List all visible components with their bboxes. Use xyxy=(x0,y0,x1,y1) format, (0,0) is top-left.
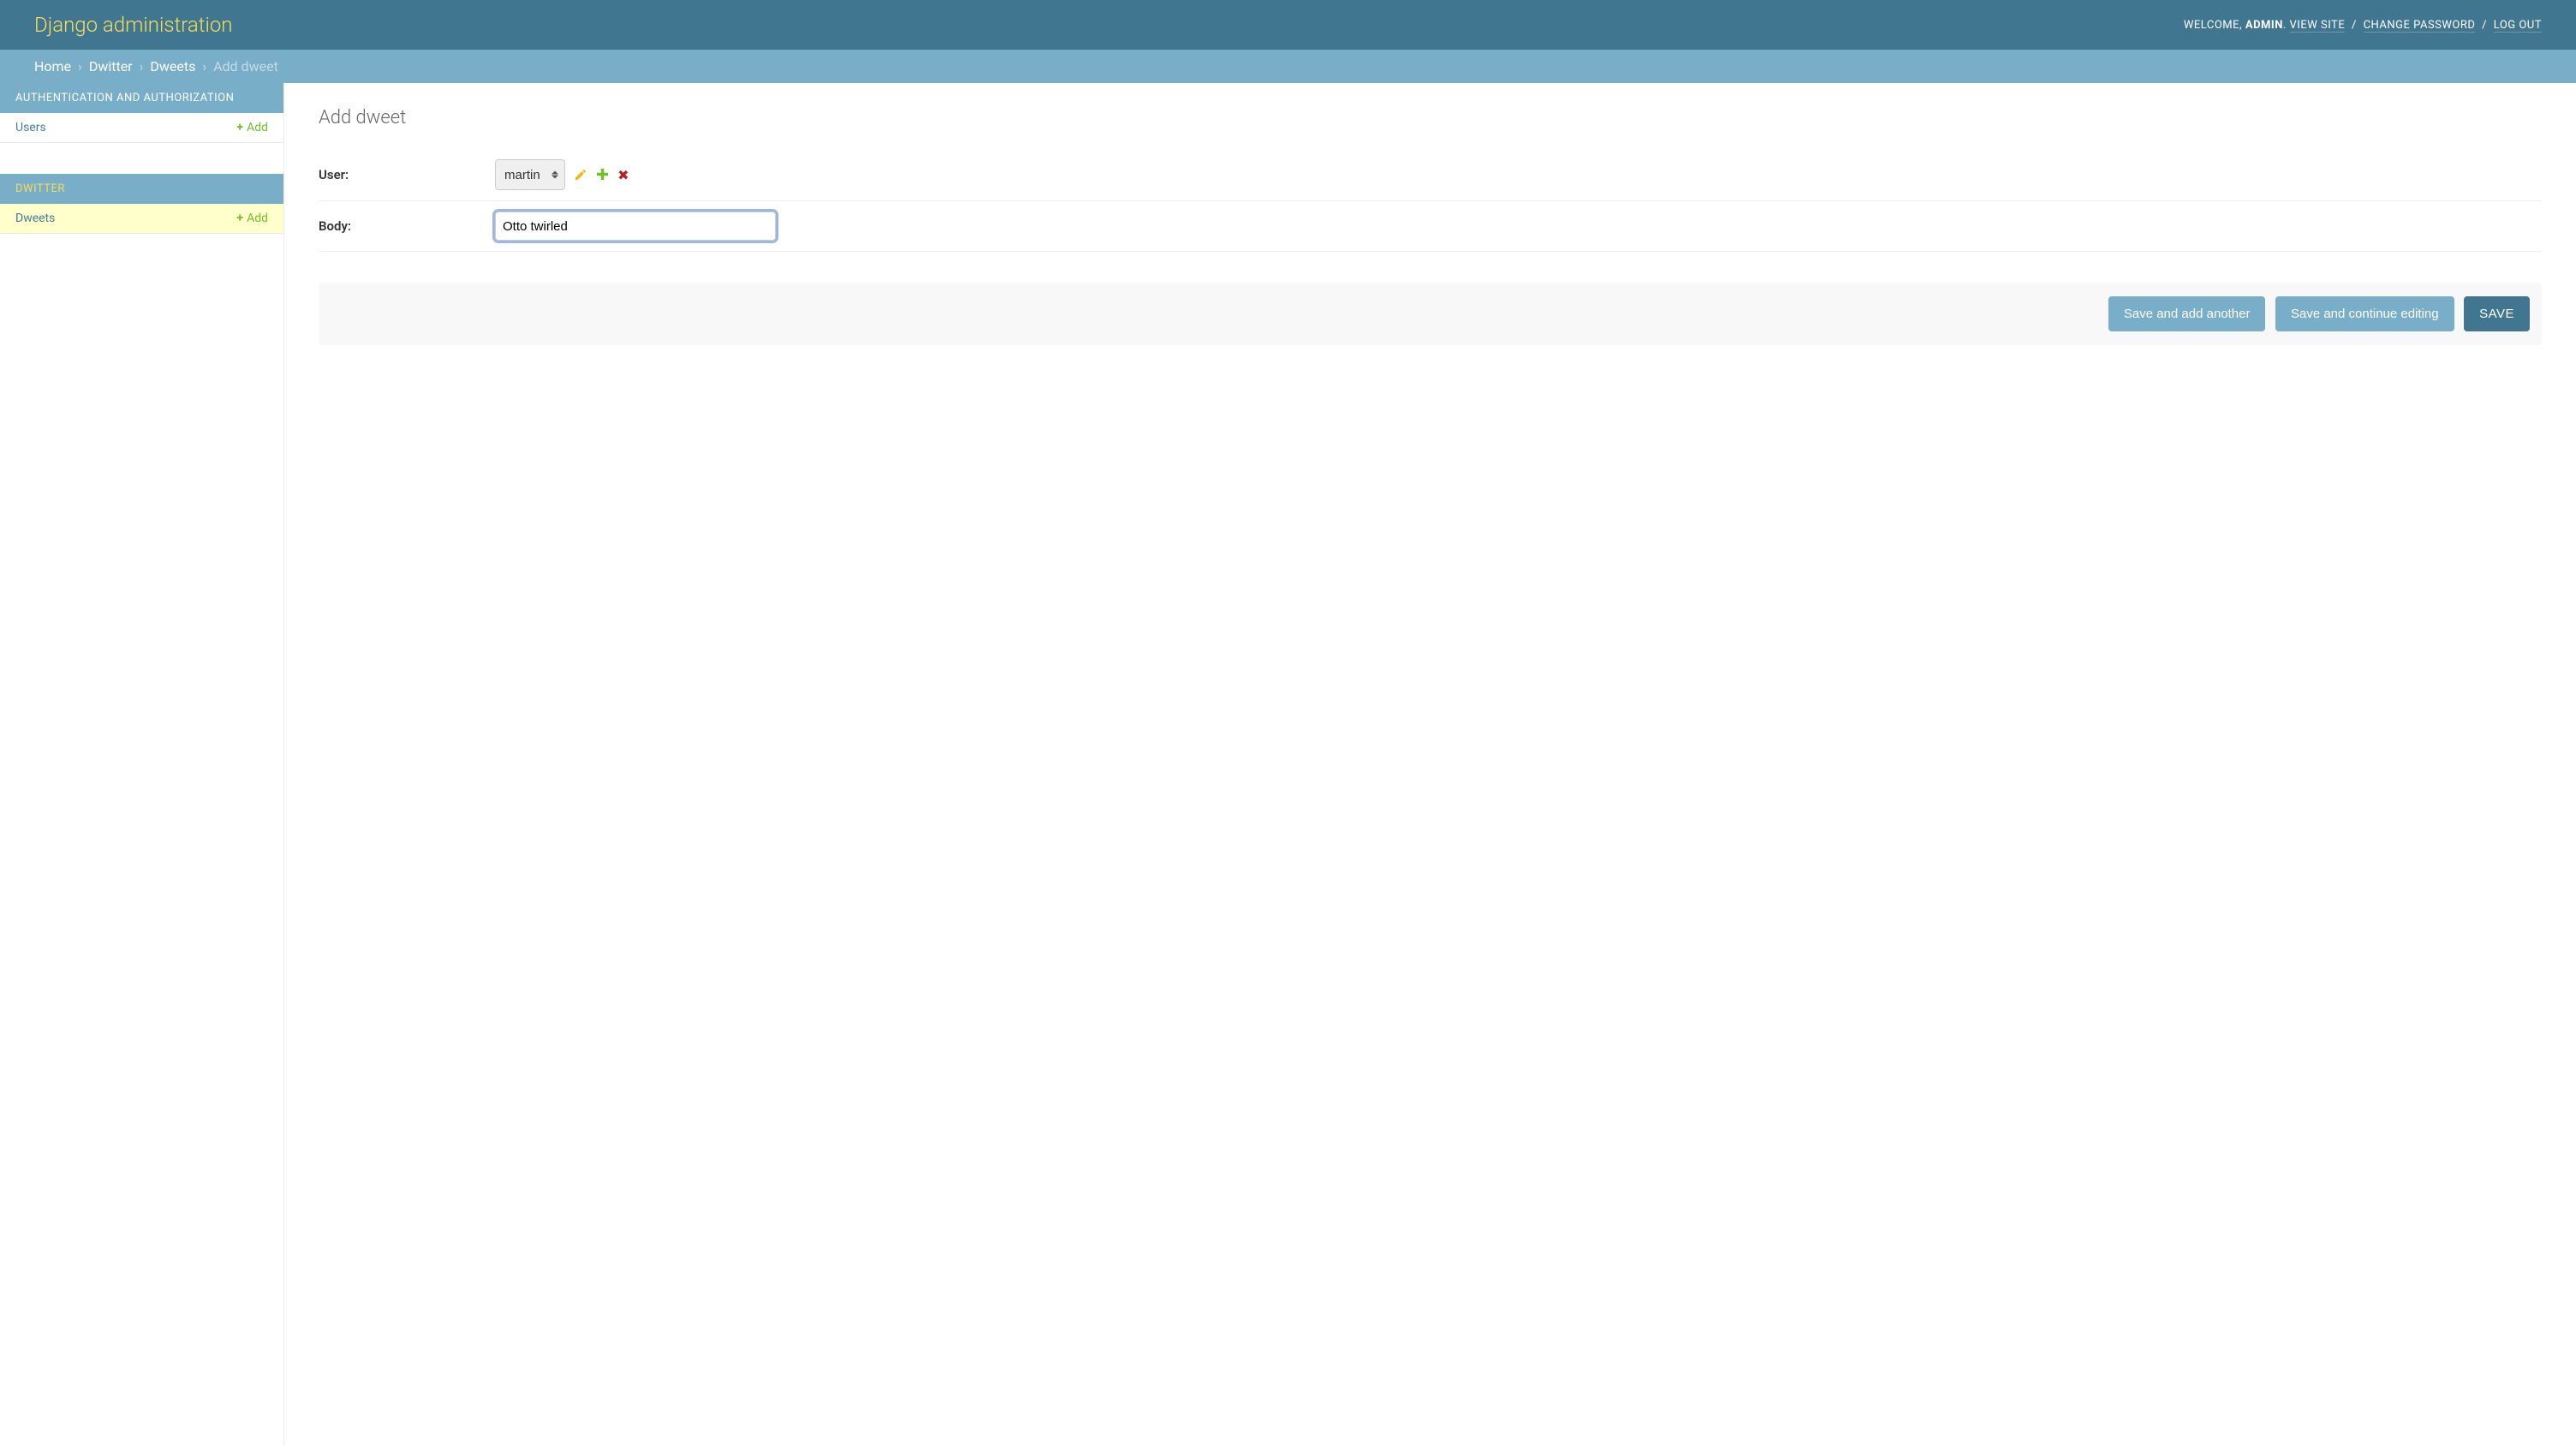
select-wrap-user: martin xyxy=(495,159,565,190)
model-row-users: Users + Add xyxy=(0,113,283,143)
username: ADMIN xyxy=(2245,19,2283,32)
save-add-another-button[interactable]: Save and add another xyxy=(2108,296,2266,331)
branding-link[interactable]: Django administration xyxy=(34,13,233,37)
app-caption-link-dwitter[interactable]: DWITTER xyxy=(15,182,65,195)
model-link-dweets[interactable]: Dweets xyxy=(15,212,55,225)
user-select[interactable]: martin xyxy=(495,159,565,190)
breadcrumb-model[interactable]: Dweets xyxy=(150,58,195,75)
save-button[interactable]: SAVE xyxy=(2464,296,2530,331)
plus-icon: + xyxy=(236,121,243,134)
delete-related-icon[interactable]: ✖ xyxy=(617,167,629,183)
app-caption-link-auth[interactable]: AUTHENTICATION AND AUTHORIZATION xyxy=(15,92,234,104)
branding: Django administration xyxy=(34,13,233,37)
user-tools: WELCOME, ADMIN. VIEW SITE / CHANGE PASSW… xyxy=(2184,19,2542,32)
model-add-label: Add xyxy=(247,121,268,134)
breadcrumb-home[interactable]: Home xyxy=(34,58,71,75)
plus-icon: + xyxy=(236,212,243,225)
model-link-users[interactable]: Users xyxy=(15,121,46,134)
save-continue-button[interactable]: Save and continue editing xyxy=(2275,296,2454,331)
submit-row: Save and add another Save and continue e… xyxy=(319,283,2542,345)
separator: / xyxy=(2478,19,2490,32)
logout-link[interactable]: LOG OUT xyxy=(2494,19,2542,33)
app-caption-auth: AUTHENTICATION AND AUTHORIZATION xyxy=(0,83,283,113)
breadcrumb-current: Add dweet xyxy=(213,58,278,75)
app-caption-dwitter: DWITTER xyxy=(0,174,283,204)
app-module-auth: AUTHENTICATION AND AUTHORIZATION Users +… xyxy=(0,83,283,143)
breadcrumb-separator: › xyxy=(75,58,86,75)
separator: / xyxy=(2348,19,2360,32)
breadcrumb-separator: › xyxy=(199,58,210,75)
label-body: Body: xyxy=(319,218,495,234)
form-row-body: Body: xyxy=(319,201,2542,252)
breadcrumb-separator: › xyxy=(136,58,147,75)
admin-header: Django administration WELCOME, ADMIN. VI… xyxy=(0,0,2576,50)
nav-sidebar: AUTHENTICATION AND AUTHORIZATION Users +… xyxy=(0,83,284,1445)
form-row-user: User: martin ✚ ✖ xyxy=(319,149,2542,201)
app-module-dwitter: DWITTER Dweets + Add xyxy=(0,174,283,234)
label-user: User: xyxy=(319,167,495,182)
model-add-label: Add xyxy=(247,212,268,225)
model-add-users[interactable]: + Add xyxy=(236,121,268,134)
breadcrumb: Home › Dwitter › Dweets › Add dweet xyxy=(0,50,2576,83)
edit-related-icon[interactable] xyxy=(574,168,587,182)
model-add-dweets[interactable]: + Add xyxy=(236,212,268,225)
change-password-link[interactable]: CHANGE PASSWORD xyxy=(2364,19,2476,33)
welcome-text: WELCOME, xyxy=(2184,19,2242,32)
model-row-dweets: Dweets + Add xyxy=(0,204,283,234)
view-site-link[interactable]: VIEW SITE xyxy=(2290,19,2346,33)
add-related-icon[interactable]: ✚ xyxy=(596,166,609,184)
breadcrumb-app[interactable]: Dwitter xyxy=(89,58,133,75)
body-input[interactable] xyxy=(495,212,776,241)
content: Add dweet User: martin ✚ ✖ xyxy=(284,83,2576,1445)
page-title: Add dweet xyxy=(319,107,2542,128)
